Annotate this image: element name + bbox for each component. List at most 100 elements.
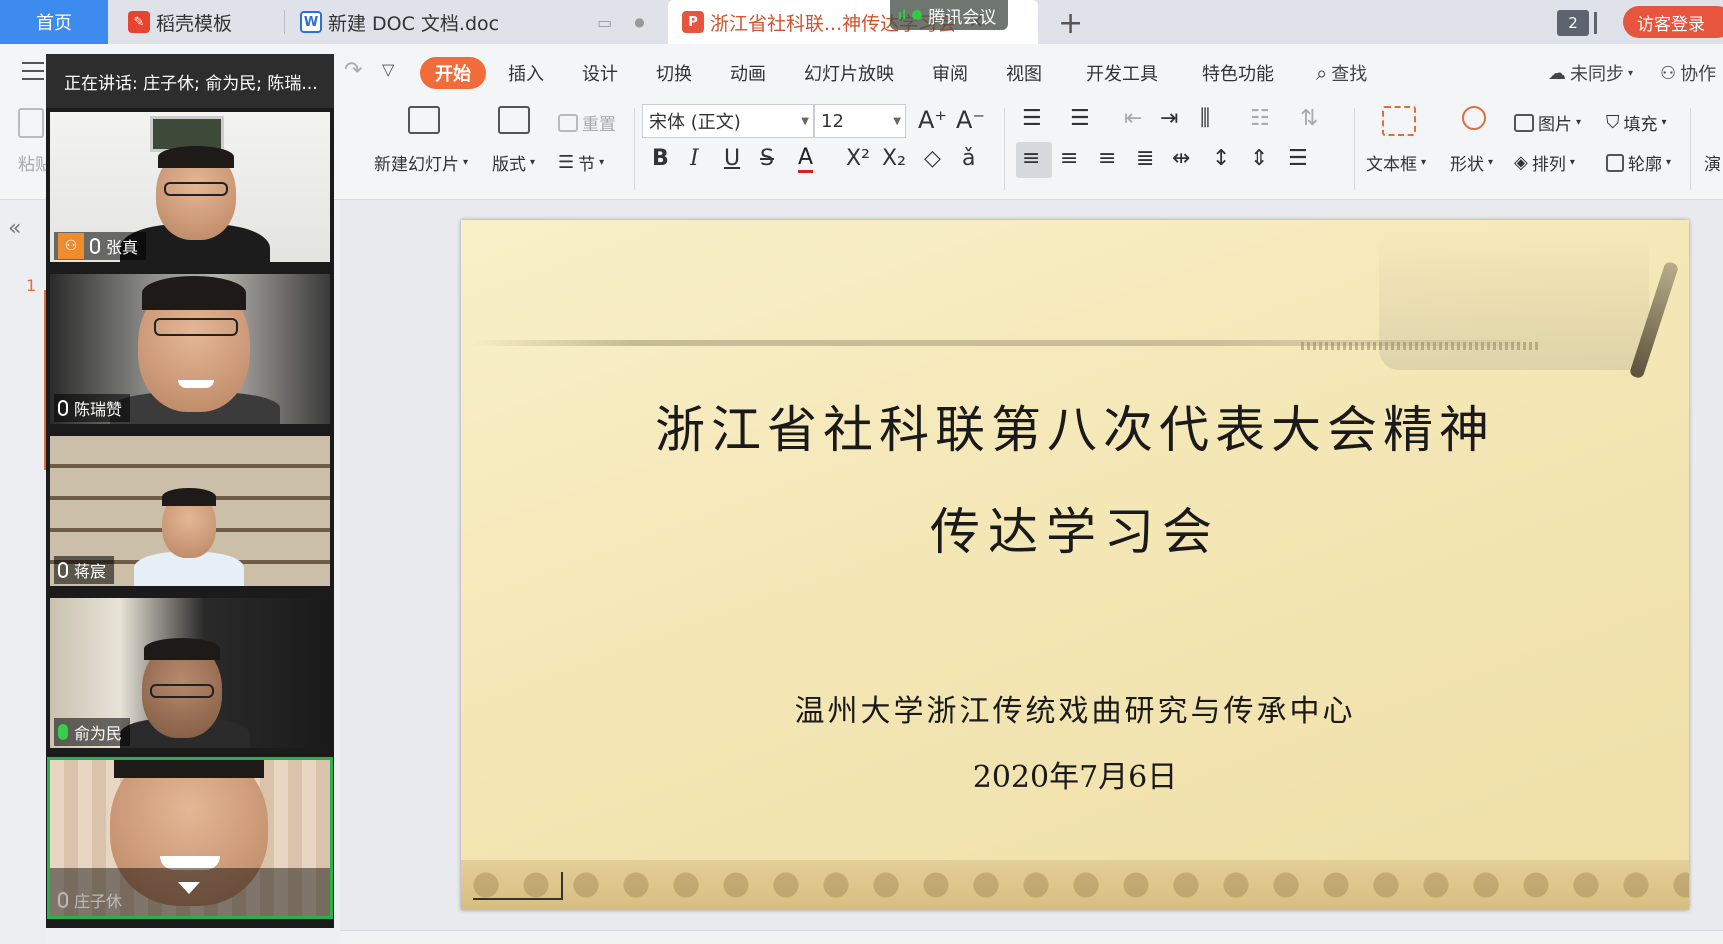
participant-tile[interactable]: 蒋宸 (50, 436, 330, 586)
chevron-down-icon: ▾ (463, 157, 469, 168)
italic-button[interactable]: I (690, 146, 699, 171)
participant-tile[interactable]: ⚇ 张真 (50, 112, 330, 262)
line-spacing-button[interactable]: ↕ (1212, 146, 1230, 171)
menu-review[interactable]: 审阅 (932, 60, 968, 86)
monitor-icon[interactable]: ▭ (597, 13, 612, 32)
hamburger-menu-icon[interactable] (22, 62, 44, 80)
section-button[interactable]: ☰ 节 ▾ (558, 150, 604, 175)
expand-down-icon[interactable] (178, 882, 200, 894)
shape-icon-wrap[interactable] (1462, 106, 1486, 130)
menu-special[interactable]: 特色功能 (1202, 60, 1274, 86)
new-slide-icon-wrap[interactable] (408, 106, 440, 134)
menu-developer[interactable]: 开发工具 (1086, 60, 1158, 86)
play-button[interactable]: 演 (1704, 150, 1721, 175)
tencent-meeting-badge[interactable]: ıl 腾讯会议 (890, 0, 1009, 30)
redo-icon[interactable]: ↷ (344, 58, 362, 83)
align-right-button[interactable]: ≡ (1098, 146, 1116, 171)
text-box-button[interactable]: 文本框 ▾ (1366, 150, 1426, 175)
align-center-button[interactable]: ≡ (1060, 146, 1078, 171)
subscript-icon: X₂ (882, 146, 906, 171)
reset-label: 重置 (582, 115, 616, 135)
font-name-select[interactable]: 宋体 (正文) ▼ (642, 104, 814, 138)
participant-name-tag: 庄子休 (54, 886, 130, 914)
search-button[interactable]: ⌕ 查找 (1316, 60, 1367, 86)
slide-organizer[interactable]: 温州大学浙江传统戏曲研究与传承中心 (461, 686, 1689, 730)
strikethrough-button[interactable]: S (760, 146, 774, 171)
slide-date[interactable]: 2020年7月6日 (461, 752, 1689, 796)
picture-button[interactable]: 图片 ▾ (1514, 110, 1581, 135)
arrange-label: 排列 (1531, 155, 1566, 175)
participant-hair (144, 638, 220, 660)
reset-button[interactable]: 重置 (558, 110, 616, 135)
menu-insert[interactable]: 插入 (508, 60, 544, 86)
columns-button[interactable]: ⫼ (1200, 106, 1210, 131)
increase-indent-button[interactable]: ⇥ (1160, 106, 1178, 131)
slide-title-line2[interactable]: 传达学习会 (461, 492, 1689, 564)
increase-font-button[interactable]: A⁺ (918, 106, 947, 134)
spacing-options-button[interactable]: ☰ (1288, 146, 1308, 171)
menu-design[interactable]: 设计 (582, 60, 618, 86)
columns-icon: ⫼ (1200, 106, 1211, 131)
chevron-down-icon: ▾ (599, 157, 605, 168)
participant-tile[interactable]: 俞为民 (50, 598, 330, 748)
window-list-icon[interactable] (1594, 12, 1597, 34)
search-icon: ⌕ (1316, 61, 1328, 85)
slide-number: 1 (26, 276, 37, 295)
distribute-button[interactable]: ⇹ (1172, 146, 1190, 171)
guest-login-button[interactable]: 访客登录 (1623, 6, 1723, 38)
text-box-icon (1382, 106, 1416, 136)
fill-button[interactable]: ⛉ 填充 ▾ (1606, 110, 1667, 135)
tab-doc[interactable]: W 新建 DOC 文档.doc ▭ ● (300, 0, 645, 44)
layout-button[interactable]: 版式 ▾ (492, 150, 535, 175)
quick-access-dropdown-icon[interactable]: ▽ (382, 60, 394, 79)
microphone-icon (90, 238, 100, 254)
text-direction-button[interactable]: ⇅ (1300, 106, 1318, 131)
strikethrough-icon: S (760, 146, 774, 171)
shape-button[interactable]: 形状 ▾ (1450, 150, 1493, 175)
clipboard-icon (18, 108, 44, 138)
arrange-button[interactable]: ◈ 排列 ▾ (1514, 150, 1575, 175)
underline-button[interactable]: U (724, 146, 740, 171)
justify-button[interactable]: ≣ (1136, 146, 1154, 171)
phonetic-button[interactable]: ǎ (962, 146, 975, 171)
numbered-list-button[interactable]: ☰ (1070, 106, 1090, 131)
menu-animation[interactable]: 动画 (730, 60, 766, 86)
microphone-icon (58, 562, 68, 578)
layout-icon-wrap[interactable] (498, 106, 530, 134)
new-tab-button[interactable]: + (1058, 6, 1083, 41)
new-slide-button[interactable]: 新建幻灯片 ▾ (374, 150, 468, 175)
menu-start[interactable]: 开始 (420, 57, 486, 89)
menu-view[interactable]: 视图 (1006, 60, 1042, 86)
menu-slideshow[interactable]: 幻灯片放映 (804, 60, 894, 86)
participant-tile[interactable]: 陈瑞赞 (50, 274, 330, 424)
collapse-pane-icon[interactable]: « (8, 216, 21, 241)
tab-template[interactable]: ✎ 稻壳模板 (128, 0, 232, 44)
table-button[interactable]: ☷ (1250, 106, 1270, 131)
bold-button[interactable]: B (652, 146, 669, 171)
microphone-active-icon (58, 724, 68, 740)
sync-button[interactable]: ☁ 未同步 ▾ (1548, 60, 1633, 86)
font-size-select[interactable]: 12 ▼ (814, 104, 906, 138)
bullet-list-button[interactable]: ☰ (1022, 106, 1042, 131)
slide-title-line1[interactable]: 浙江省社科联第八次代表大会精神 (461, 390, 1689, 462)
tab-home[interactable]: 首页 (0, 0, 108, 44)
paragraph-spacing-button[interactable]: ⇕ (1250, 146, 1268, 171)
collab-button[interactable]: ⚇ 协作 (1660, 60, 1716, 86)
participant-tile-active[interactable]: 庄子休 (47, 757, 333, 919)
text-box-icon-wrap[interactable] (1382, 106, 1416, 136)
superscript-button[interactable]: X² (846, 146, 870, 171)
window-count-badge[interactable]: 2 (1557, 10, 1589, 36)
clear-format-button[interactable]: ◇ (924, 146, 941, 171)
picture-icon (1514, 113, 1534, 132)
outline-icon (1606, 153, 1624, 172)
paste-button[interactable] (18, 108, 44, 138)
menu-transition[interactable]: 切换 (656, 60, 692, 86)
font-color-button[interactable]: A (798, 146, 814, 173)
outline-button[interactable]: 轮廓 ▾ (1606, 150, 1671, 175)
slide-canvas[interactable]: 浙江省社科联第八次代表大会精神 传达学习会 温州大学浙江传统戏曲研究与传承中心 … (461, 220, 1689, 910)
subscript-button[interactable]: X₂ (882, 146, 906, 171)
align-left-button[interactable]: ≡ (1022, 146, 1040, 171)
participant-name-tag: 俞为民 (54, 718, 131, 746)
decrease-indent-button[interactable]: ⇤ (1124, 106, 1142, 131)
decrease-font-button[interactable]: A⁻ (956, 106, 985, 134)
